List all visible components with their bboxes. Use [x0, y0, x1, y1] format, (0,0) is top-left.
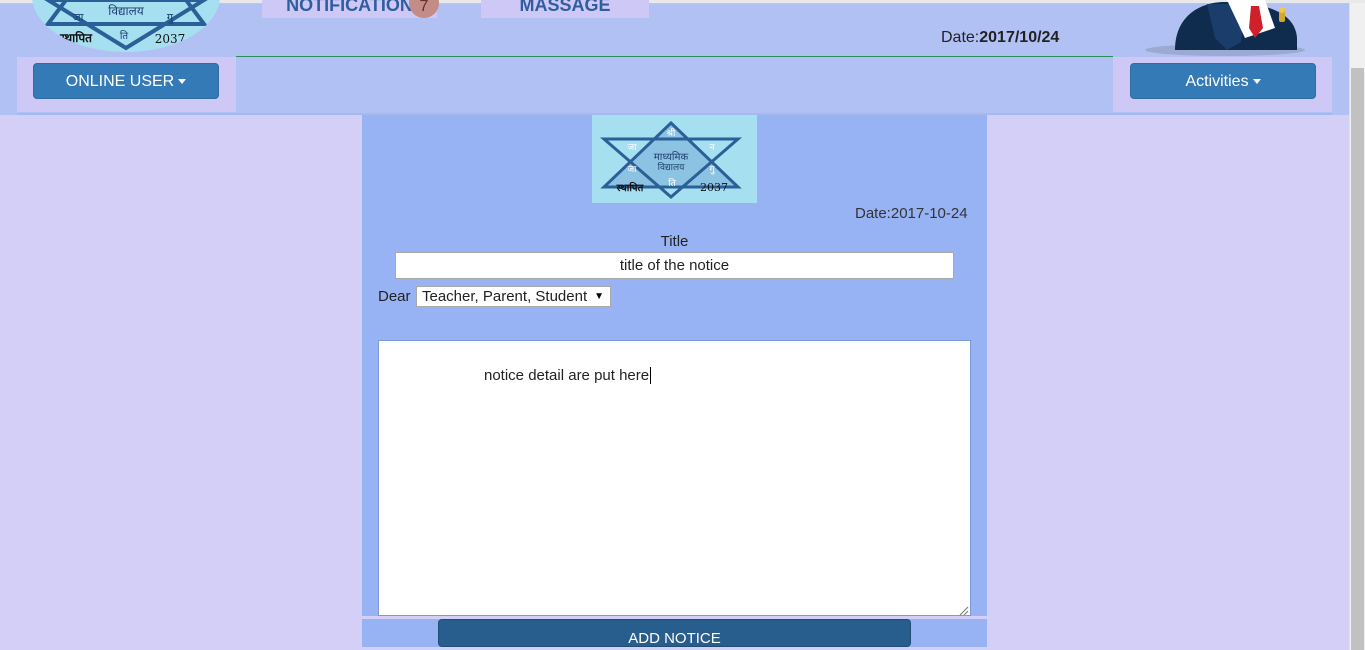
- logo-text-ja: जा: [627, 143, 637, 153]
- logo-text-shree: श्री: [667, 127, 676, 139]
- activities-menu-block: Activities: [1113, 57, 1332, 112]
- title-input[interactable]: [395, 252, 954, 279]
- online-user-menu-block: ONLINE USER: [17, 57, 236, 112]
- logo-text-ja: जा: [72, 11, 83, 24]
- recipient-select[interactable]: Teacher, Parent, Student ▼: [416, 286, 611, 307]
- text-cursor: [650, 367, 652, 384]
- caret-down-icon: [178, 79, 187, 85]
- online-user-button[interactable]: ONLINE USER: [33, 63, 219, 99]
- logo-text-school: विद्यालय: [658, 161, 685, 173]
- activities-button[interactable]: Activities: [1130, 63, 1316, 99]
- notice-detail-text: notice detail are put here: [484, 367, 652, 384]
- logo-text-secondary: माध्यमिक: [654, 151, 689, 163]
- logo-text-established: स्थापित: [616, 181, 645, 194]
- header-divider: [236, 56, 1113, 57]
- dear-label: Dear: [378, 288, 411, 305]
- logo-text-year: 2037: [700, 181, 728, 194]
- header-date: Date:2017/10/24: [941, 29, 1059, 47]
- nav-massage-tab[interactable]: MASSAGE: [481, 0, 649, 18]
- select-arrow-icon: ▼: [594, 291, 604, 302]
- resize-grip-icon[interactable]: [958, 603, 969, 616]
- school-logo: श्री जा न माध्यमिक विद्यालय जा गु ति स्थ…: [592, 115, 757, 203]
- logo-text-ti: ति: [668, 177, 676, 189]
- notice-detail-textarea[interactable]: [378, 340, 971, 616]
- add-notice-button[interactable]: ADD NOTICE: [438, 619, 911, 647]
- online-user-label: ONLINE USER: [65, 73, 175, 90]
- logo-text-gu: गु: [167, 11, 174, 24]
- activities-label: Activities: [1185, 73, 1249, 90]
- header-date-value: 2017/10/24: [979, 29, 1060, 46]
- notice-detail-value: notice detail are put here: [484, 367, 650, 384]
- logo-text-na: न: [710, 143, 716, 153]
- logo-text-school: विद्यालय: [108, 4, 145, 18]
- logo-text-ti: ति: [120, 30, 129, 42]
- header-date-label: Date:: [941, 29, 980, 46]
- nav-notification-label: NOTIFICATION: [286, 0, 413, 15]
- recipient-selected-value: Teacher, Parent, Student: [422, 288, 588, 305]
- caret-down-icon: [1252, 79, 1261, 85]
- notice-date: Date:2017-10-24: [855, 205, 968, 222]
- logo-text-ja-lower: जा: [627, 165, 637, 175]
- page-scrollbar-thumb[interactable]: [1351, 68, 1364, 650]
- title-label: Title: [660, 233, 689, 250]
- nav-massage-label: MASSAGE: [519, 0, 611, 15]
- user-avatar[interactable]: [1145, 0, 1305, 56]
